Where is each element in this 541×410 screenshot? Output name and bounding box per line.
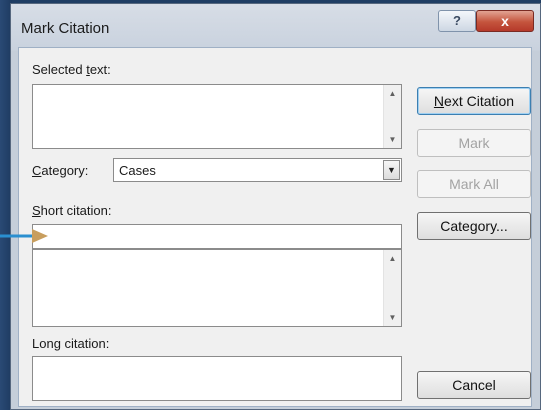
title-bar[interactable]: Mark Citation ? x [11,4,540,50]
help-button[interactable]: ? [438,10,476,32]
chevron-down-icon[interactable]: ▼ [383,160,400,180]
long-citation-label: Long citation: [32,336,110,351]
scroll-up-icon[interactable]: ▲ [384,250,401,267]
mark-button[interactable]: Mark [417,129,531,157]
mark-citation-dialog: Mark Citation ? x Selected text: ▲ ▼ Cat… [10,3,541,410]
category-selected-value: Cases [119,163,156,178]
dialog-body: Selected text: ▲ ▼ Category: Cases ▼ Sho… [18,47,532,407]
selected-text-box[interactable]: ▲ ▼ [32,84,402,149]
short-citation-input[interactable] [32,224,402,249]
selected-text-label: Selected text: [32,62,111,77]
scroll-down-icon[interactable]: ▼ [384,309,401,326]
cancel-button[interactable]: Cancel [417,371,531,399]
short-citation-scrollbar[interactable]: ▲ ▼ [383,250,401,326]
mark-all-button[interactable]: Mark All [417,170,531,198]
category-dropdown[interactable]: Cases ▼ [113,158,402,182]
next-citation-button[interactable]: Next Citation [417,87,531,115]
scroll-up-icon[interactable]: ▲ [384,85,401,102]
category-button[interactable]: Category... [417,212,531,240]
dialog-title: Mark Citation [21,20,110,37]
short-citation-list[interactable]: ▲ ▼ [32,249,402,327]
long-citation-input[interactable] [32,356,402,401]
annotation-arrow-icon [0,229,48,243]
short-citation-label: Short citation: [32,203,112,218]
selected-text-scrollbar[interactable]: ▲ ▼ [383,85,401,148]
scroll-down-icon[interactable]: ▼ [384,131,401,148]
close-button[interactable]: x [476,10,534,32]
category-label: Category: [32,163,89,178]
